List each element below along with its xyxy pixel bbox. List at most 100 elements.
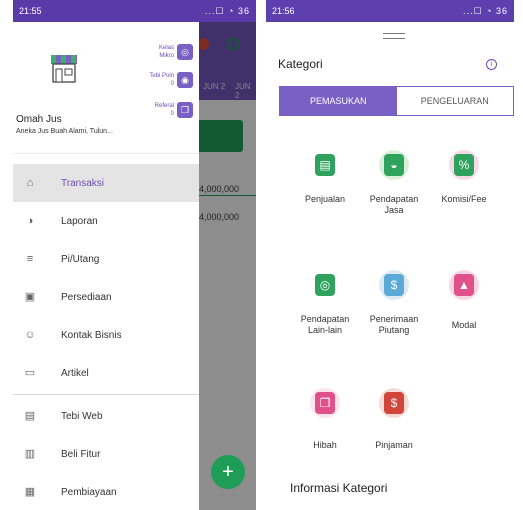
category-label-line: Penerimaan xyxy=(369,314,419,324)
menu-divider xyxy=(13,394,199,395)
menu-item-laporan[interactable]: ◑ Laporan xyxy=(13,202,199,240)
stat-value: 0 xyxy=(170,111,174,117)
tab-pengeluaran[interactable]: PENGELUARAN xyxy=(396,87,513,115)
category-penerimaan-piutang[interactable]: $ Penerimaan Piutang xyxy=(358,270,430,336)
category-modal[interactable]: ▲ Modal xyxy=(428,270,500,331)
category-pendapatan-jasa[interactable]: ◒ Pendapatan Jasa xyxy=(358,150,430,216)
category-label-line: Pinjaman xyxy=(375,440,413,450)
drawer-profile: Omah Jus Aneka Jus Buah Alami, Tulun... … xyxy=(13,22,199,154)
category-komisi-fee[interactable]: % Komisi/Fee xyxy=(428,150,500,205)
stat-kelas[interactable]: Kelas Mikro ◎ xyxy=(159,44,193,60)
category-icon-bg: ❐ xyxy=(310,388,340,418)
category-icon-bg: % xyxy=(449,150,479,180)
stat-label: Tebi Poin xyxy=(149,73,174,79)
gift-icon: ❐ xyxy=(177,102,193,118)
category-label-line: Pendapatan xyxy=(369,194,419,204)
category-penjualan[interactable]: ▤ Penjualan xyxy=(289,150,361,205)
coin-icon: ◉ xyxy=(177,72,193,88)
info-icon[interactable]: i xyxy=(486,59,497,70)
stat-value: 0 xyxy=(170,81,174,87)
menu-label: Kontak Bisnis xyxy=(61,329,122,341)
category-label-line: Jasa xyxy=(384,205,404,215)
status-bar: 21:56 ...☐ ◔ 36 xyxy=(266,0,514,22)
stat-referal[interactable]: Referal 0 ❐ xyxy=(155,102,193,118)
book-icon: ▭ xyxy=(24,367,36,379)
category-label-line: Komisi/Fee xyxy=(441,194,487,204)
gold-bars-icon: ▲ xyxy=(454,274,474,296)
menu-label: Laporan xyxy=(61,215,98,227)
category-label-line: Piutang xyxy=(378,325,410,335)
category-label-line: Pendapatan xyxy=(300,314,350,324)
pos-terminal-icon: ▤ xyxy=(315,154,335,176)
status-icons: ...☐ ◔ 36 xyxy=(204,5,250,16)
category-label-line: Hibah xyxy=(313,440,337,450)
web-icon: ▤ xyxy=(24,410,36,422)
section-title: Informasi Kategori xyxy=(290,481,388,495)
category-icon-bg: ◎ xyxy=(310,270,340,300)
add-fab-button[interactable]: + xyxy=(211,455,245,489)
menu-item-transaksi[interactable]: ⌂ Transaksi xyxy=(13,164,199,202)
category-icon-bg: $ xyxy=(379,270,409,300)
shop-description: Aneka Jus Buah Alami, Tulun... xyxy=(16,128,113,135)
category-hibah[interactable]: ❐ Hibah xyxy=(289,388,361,451)
menu-label: Beli Fitur xyxy=(61,448,101,460)
category-label: Hibah xyxy=(289,440,361,451)
category-label-line: Penjualan xyxy=(304,194,346,204)
stat-label: Kelas xyxy=(158,45,174,51)
menu-label: Transaksi xyxy=(61,177,104,189)
category-icon-bg: $ xyxy=(379,388,409,418)
category-label: Pendapatan Jasa xyxy=(358,194,430,216)
bag-icon: ▥ xyxy=(24,448,36,460)
stat-label: Referal xyxy=(154,103,174,109)
category-label-line: Modal xyxy=(451,320,477,330)
user-name: Omah Jus xyxy=(16,114,62,125)
finance-icon: ▦ xyxy=(24,486,36,498)
category-label: Modal xyxy=(428,320,500,331)
category-label: Penjualan xyxy=(289,194,361,205)
status-time: 21:56 xyxy=(272,6,295,16)
category-label: Komisi/Fee xyxy=(428,194,500,205)
status-time: 21:55 xyxy=(19,6,42,16)
menu-item-persediaan[interactable]: ▣ Persediaan xyxy=(13,278,199,316)
status-bar: 21:55 ...☐ ◔ 36 xyxy=(13,0,256,22)
right-phone-screen: 21:56 ...☐ ◔ 36 Kategori i PEMASUKAN PEN… xyxy=(266,0,514,510)
menu-item-beli-fitur[interactable]: ▥ Beli Fitur xyxy=(13,435,199,473)
category-label: Pendapatan Lain-lain xyxy=(289,314,361,336)
menu-label: Pi/Utang xyxy=(61,253,100,265)
medal-icon: ◎ xyxy=(177,44,193,60)
menu-label: Pembiayaan xyxy=(61,486,117,498)
store-logo-icon xyxy=(51,55,77,83)
stat-value: Mikro xyxy=(159,53,174,59)
status-icons: ...☐ ◔ 36 xyxy=(462,5,508,16)
gift-box-icon: ❐ xyxy=(315,392,335,414)
service-tray-icon: ◒ xyxy=(384,154,404,176)
menu-label: Artikel xyxy=(61,367,89,379)
category-icon-bg: ▤ xyxy=(310,150,340,180)
menu-item-tebi-web[interactable]: ▤ Tebi Web xyxy=(13,397,199,435)
menu-item-kontak-bisnis[interactable]: ☺ Kontak Bisnis xyxy=(13,316,199,354)
category-type-tabs: PEMASUKAN PENGELUARAN xyxy=(279,86,514,116)
menu-label: Persediaan xyxy=(61,291,112,303)
category-icon-bg: ▲ xyxy=(449,270,479,300)
receive-money-icon: $ xyxy=(384,274,404,296)
category-label: Pinjaman xyxy=(358,440,430,451)
category-label-line: Lain-lain xyxy=(307,325,343,335)
page-title: Kategori xyxy=(278,57,323,71)
person-icon: ☺ xyxy=(24,329,36,341)
left-phone-screen: 21:55 ...☐ ◔ 36 JUN 2 JUN 2 4,000,000 4,… xyxy=(13,0,256,510)
tab-pemasukan[interactable]: PEMASUKAN xyxy=(280,87,397,115)
loan-hand-icon: $ xyxy=(384,392,404,414)
category-icon-bg: ◒ xyxy=(379,150,409,180)
stat-tebi-poin[interactable]: Tebi Poin 0 ◉ xyxy=(149,72,193,88)
coins-icon: ◎ xyxy=(315,274,335,296)
menu-item-artikel[interactable]: ▭ Artikel xyxy=(13,354,199,392)
category-label: Penerimaan Piutang xyxy=(358,314,430,336)
sheet-drag-handle[interactable] xyxy=(383,33,405,39)
commission-heart-icon: % xyxy=(454,154,474,176)
navigation-drawer: Omah Jus Aneka Jus Buah Alami, Tulun... … xyxy=(13,22,199,510)
category-pendapatan-lain-lain[interactable]: ◎ Pendapatan Lain-lain xyxy=(289,270,361,336)
category-pinjaman[interactable]: $ Pinjaman xyxy=(358,388,430,451)
store-icon: ⌂ xyxy=(26,177,34,189)
menu-item-pi-utang[interactable]: ≡ Pi/Utang xyxy=(13,240,199,278)
menu-item-pembiayaan[interactable]: ▦ Pembiayaan xyxy=(13,473,199,510)
